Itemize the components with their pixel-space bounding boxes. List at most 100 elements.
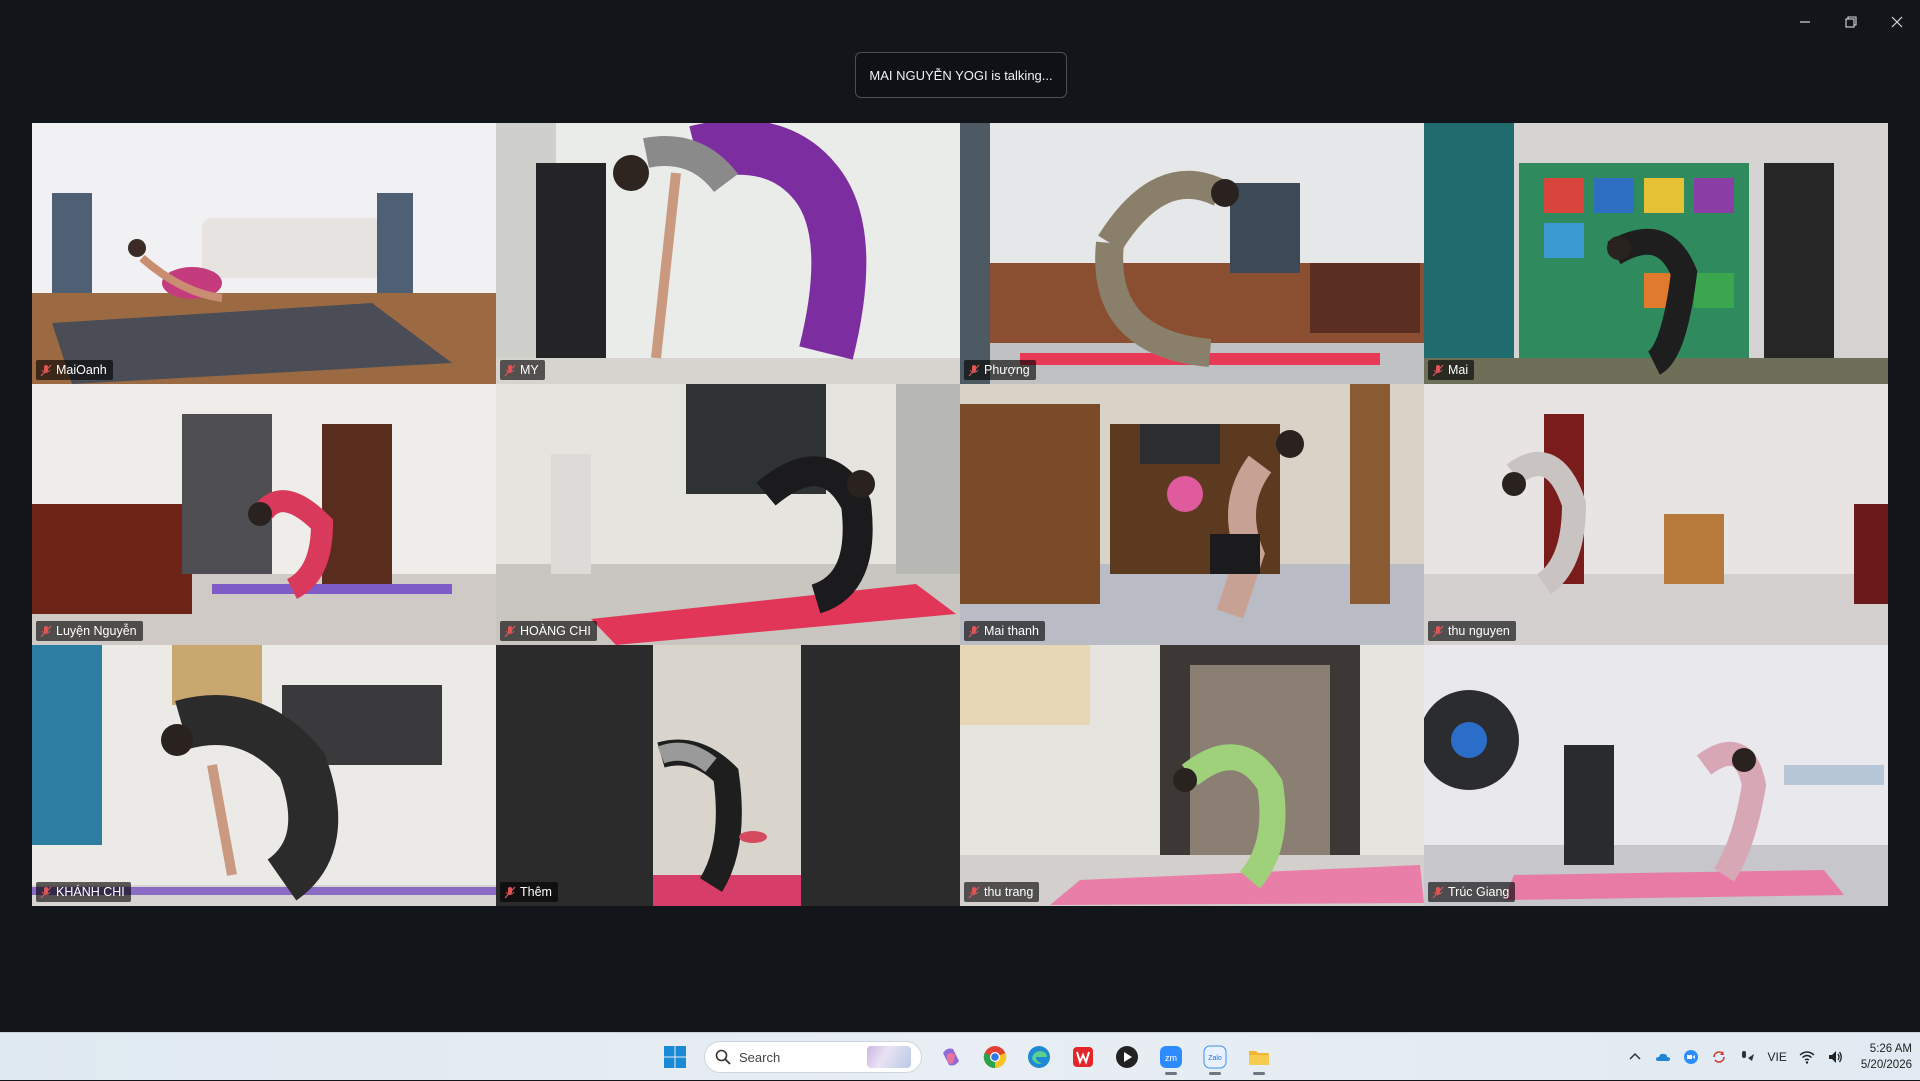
system-clock[interactable]: 5:26 AM 5/20/2026 [1861, 1041, 1912, 1073]
edge-icon [1028, 1046, 1050, 1068]
taskbar: Search zm Zalo VIE 5:26 AM 5/20/2026 [0, 1032, 1920, 1080]
video-feed [32, 123, 496, 384]
taskbar-apps: Search zm Zalo [656, 1033, 1278, 1081]
edge-button[interactable] [1020, 1038, 1058, 1076]
window-controls [1782, 0, 1920, 44]
participant-name: MaiOanh [56, 363, 107, 377]
participant-name-tag: Thêm [500, 882, 558, 902]
video-feed [1424, 384, 1888, 645]
participant-name-tag: Mai thanh [964, 621, 1045, 641]
video-tile[interactable]: Mai [1424, 123, 1888, 384]
copilot-button[interactable] [932, 1038, 970, 1076]
close-icon [1891, 16, 1903, 28]
participant-name: Thêm [520, 885, 552, 899]
mic-muted-icon [1432, 364, 1444, 376]
participant-name-tag: thu trang [964, 882, 1040, 902]
file-explorer-button[interactable] [1240, 1038, 1278, 1076]
participant-name: MY [520, 363, 539, 377]
chrome-button[interactable] [976, 1038, 1014, 1076]
video-tile[interactable]: MaiOanh [32, 123, 496, 384]
video-tile[interactable]: Luyện Nguyễn [32, 384, 496, 645]
participant-name-tag: MY [500, 360, 545, 380]
video-tile[interactable]: Trúc Giang [1424, 645, 1888, 906]
mic-muted-icon [40, 625, 52, 637]
mic-muted-icon [968, 364, 980, 376]
video-tile[interactable]: thu nguyen [1424, 384, 1888, 645]
sync-icon[interactable] [1711, 1049, 1727, 1065]
video-feed [1424, 123, 1888, 384]
restore-icon [1845, 16, 1857, 28]
search-highlight-icon [867, 1046, 911, 1068]
video-tile[interactable]: MY [496, 123, 960, 384]
input-language[interactable]: VIE [1767, 1050, 1786, 1064]
participant-name-tag: KHÁNH CHI [36, 882, 131, 902]
minimize-icon [1800, 21, 1810, 23]
participant-name: Mai thanh [984, 624, 1039, 638]
system-tray: VIE 5:26 AM 5/20/2026 [1627, 1033, 1912, 1081]
zalo-icon-label: Zalo [1208, 1055, 1222, 1062]
minimize-button[interactable] [1782, 0, 1828, 44]
file-explorer-icon [1249, 1051, 1269, 1065]
participant-name-tag: HOÀNG CHI [500, 621, 597, 641]
onedrive-icon[interactable] [1655, 1049, 1671, 1065]
video-feed [960, 384, 1424, 645]
video-feed [1424, 645, 1888, 906]
mic-muted-icon [40, 364, 52, 376]
volume-icon[interactable] [1827, 1049, 1843, 1065]
chrome-icon [983, 1046, 1007, 1069]
video-tile[interactable]: HOÀNG CHI [496, 384, 960, 645]
video-tile[interactable]: Thêm [496, 645, 960, 906]
participant-name-tag: thu nguyen [1428, 621, 1516, 641]
video-feed [496, 384, 960, 645]
video-tile[interactable]: thu trang [960, 645, 1424, 906]
participant-name: thu nguyen [1448, 624, 1510, 638]
search-placeholder: Search [739, 1049, 781, 1065]
clock-time: 5:26 AM [1869, 1043, 1912, 1055]
zalo-button[interactable]: Zalo [1196, 1038, 1234, 1076]
taskbar-search[interactable]: Search [704, 1041, 922, 1073]
start-button[interactable] [656, 1038, 694, 1076]
mic-muted-icon [504, 886, 516, 898]
copilot-icon [943, 1048, 959, 1066]
participant-name-tag: MaiOanh [36, 360, 113, 380]
close-button[interactable] [1874, 0, 1920, 44]
video-feed [496, 123, 960, 384]
wps-office-icon [1073, 1047, 1093, 1067]
location-mic-icon[interactable] [1739, 1049, 1755, 1065]
participant-name: Trúc Giang [1448, 885, 1510, 899]
video-feed [960, 123, 1424, 384]
video-feed [32, 645, 496, 906]
mic-muted-icon [968, 886, 980, 898]
video-feed [496, 645, 960, 906]
zoom-icon-label: zm [1165, 1053, 1177, 1063]
mic-muted-icon [504, 625, 516, 637]
wifi-icon[interactable] [1799, 1049, 1815, 1065]
search-icon [715, 1049, 731, 1065]
video-tile[interactable]: KHÁNH CHI [32, 645, 496, 906]
mic-muted-icon [40, 886, 52, 898]
wps-office-button[interactable] [1064, 1038, 1102, 1076]
video-feed [32, 384, 496, 645]
video-gallery: MaiOanh MY Phượng Mai Luyện Nguyễn HOÀNG… [32, 123, 1888, 906]
participant-name: HOÀNG CHI [520, 624, 591, 638]
clock-date: 5/20/2026 [1860, 1059, 1912, 1071]
video-feed [960, 645, 1424, 906]
participant-name-tag: Phượng [964, 360, 1036, 380]
participant-name: Luyện Nguyễn [56, 624, 137, 638]
active-speaker-banner: MAI NGUYỄN YOGI is talking... [855, 52, 1067, 98]
mic-muted-icon [504, 364, 516, 376]
participant-name-tag: Luyện Nguyễn [36, 621, 143, 641]
zoom-tray-icon[interactable] [1683, 1049, 1699, 1065]
participant-name-tag: Mai [1428, 360, 1475, 380]
mic-muted-icon [968, 625, 980, 637]
video-tile[interactable]: Mai thanh [960, 384, 1424, 645]
media-player-icon [1116, 1046, 1138, 1068]
chevron-up-icon[interactable] [1627, 1049, 1643, 1065]
video-tile[interactable]: Phượng [960, 123, 1424, 384]
zoom-button[interactable]: zm [1152, 1038, 1190, 1076]
restore-button[interactable] [1828, 0, 1874, 44]
mic-muted-icon [1432, 886, 1444, 898]
participant-name: Phượng [984, 363, 1030, 377]
media-player-button[interactable] [1108, 1038, 1146, 1076]
zoom-icon: zm [1160, 1046, 1182, 1068]
